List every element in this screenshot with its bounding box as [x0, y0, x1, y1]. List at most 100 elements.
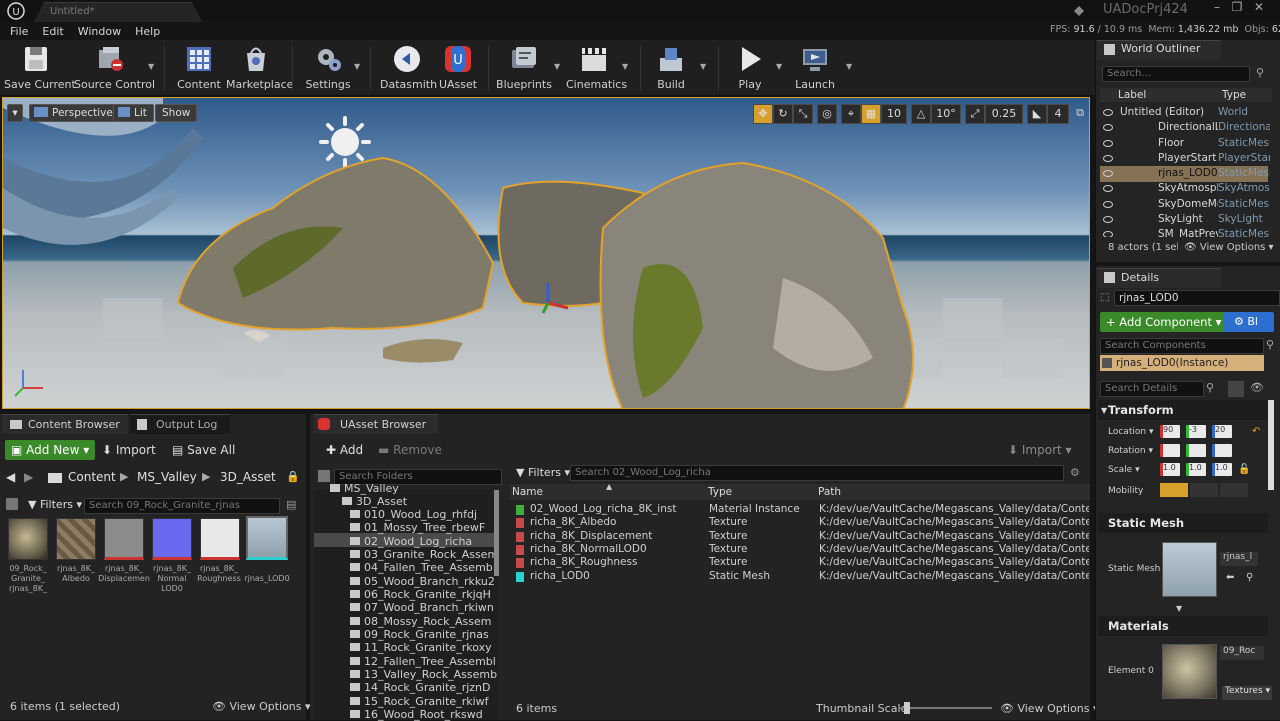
content-view-options[interactable]: 👁 View Options ▾ — [212, 700, 311, 713]
datasmith-button[interactable]: Datasmith — [380, 44, 437, 94]
menu-file[interactable]: File — [10, 25, 28, 38]
component-instance-row[interactable]: rjnas_LOD0(Instance) — [1100, 355, 1264, 371]
uasset-search-input[interactable]: Search 02_Wood_Log_richa — [570, 465, 1064, 481]
uasset-import-button[interactable]: ⬇ Import ▾ — [1008, 443, 1072, 457]
rotation-x-field[interactable] — [1160, 444, 1180, 457]
cinematics-button[interactable]: Cinematics — [566, 44, 627, 94]
rotation-z-field[interactable] — [1212, 444, 1232, 457]
outliner-row[interactable]: SkyAtmosphereSkyAtmosphere — [1100, 182, 1270, 197]
outliner-view-options[interactable]: 👁 View Options ▾ — [1184, 242, 1274, 253]
expand-icon[interactable]: ▼ — [1101, 406, 1107, 415]
menu-window[interactable]: Window — [78, 25, 121, 38]
scale-z-field[interactable]: 1.0 — [1212, 463, 1232, 476]
sources-panel-icon[interactable] — [6, 498, 18, 510]
blueprints-button[interactable]: Blueprints — [496, 44, 552, 94]
level-tab[interactable]: Untitled* — [34, 2, 202, 22]
content-button[interactable]: Content — [176, 44, 222, 94]
outliner-row[interactable]: Untitled (Editor) World — [1100, 106, 1270, 121]
camera-speed-icon[interactable]: ◣ — [1027, 104, 1047, 124]
menu-help[interactable]: Help — [135, 25, 160, 38]
save-current-button[interactable]: Save Current — [4, 44, 76, 94]
source-control-button[interactable]: Source Control — [74, 44, 155, 94]
save-all-button[interactable]: ▤ Save All — [172, 443, 235, 457]
uasset-button[interactable]: U UAsset — [438, 44, 478, 94]
save-search-icon[interactable]: ▤ — [286, 498, 296, 511]
materials-section[interactable]: Materials — [1098, 616, 1268, 636]
location-x-field[interactable]: 90 — [1160, 425, 1180, 438]
back-icon[interactable]: ◀ — [6, 470, 15, 484]
maximize-icon[interactable]: ❐ — [1228, 0, 1246, 18]
rotation-label[interactable]: Rotation ▾ — [1108, 446, 1153, 456]
asset-thumb-roughness[interactable] — [200, 518, 240, 560]
lit-button[interactable]: Lit — [113, 104, 154, 122]
file-row[interactable]: 02_Wood_Log_richa_8K_inst Material Instan… — [512, 503, 1090, 516]
surface-snap-icon[interactable]: ⌖ — [841, 104, 861, 124]
components-search-icon[interactable]: ⚲ — [1266, 338, 1274, 351]
outliner-row[interactable]: SkyDomeMeshStaticMeshActor — [1100, 198, 1270, 213]
import-button[interactable]: ⬇ Import — [102, 443, 156, 457]
unreal-logo-icon[interactable]: U — [6, 2, 26, 20]
breadcrumb-ms-valley[interactable]: MS_Valley — [137, 470, 197, 484]
folder-item[interactable]: 15_Rock_Granite_rkiwf — [350, 695, 489, 708]
location-z-field[interactable]: 20 — [1212, 425, 1232, 438]
column-path[interactable]: Path — [818, 486, 841, 498]
show-button[interactable]: Show — [155, 104, 198, 122]
outliner-row[interactable]: PlayerStartPlayerStart — [1100, 152, 1270, 167]
property-matrix-icon[interactable] — [1228, 381, 1244, 397]
folder-item[interactable]: 01_Mossy_Tree_rbewF — [350, 521, 485, 534]
file-row[interactable]: richa_8K_Displacement Texture K:/dev/ue/Va… — [512, 530, 1090, 543]
asset-thumb-normal[interactable] — [152, 518, 192, 560]
outliner-col-type[interactable]: Type — [1222, 89, 1246, 101]
details-scrollbar[interactable] — [1268, 400, 1274, 490]
folder-item[interactable]: 11_Rock_Granite_rkoxy — [350, 641, 492, 654]
play-dropdown-icon[interactable]: ▼ — [776, 62, 784, 71]
folder-item[interactable]: 04_Fallen_Tree_Assemb — [350, 561, 493, 574]
file-row[interactable]: richa_8K_Roughness Texture K:/dev/ue/Vault… — [512, 556, 1090, 569]
folder-item[interactable]: 05_Wood_Branch_rkku2 — [350, 575, 495, 588]
folder-item[interactable]: 010_Wood_Log_rhfdj — [350, 508, 477, 521]
folder-item[interactable]: 02_Wood_Log_richa — [350, 535, 472, 548]
rotation-y-field[interactable] — [1186, 444, 1206, 457]
minimize-icon[interactable]: – — [1208, 0, 1226, 18]
details-view-options-icon[interactable]: 👁 — [1250, 381, 1264, 394]
breadcrumb-3d-asset[interactable]: 3D_Asset — [220, 470, 276, 484]
rotate-tool-icon[interactable]: ↻ — [773, 104, 793, 124]
folder-item[interactable]: 3D_Asset — [342, 495, 407, 508]
details-search-icon[interactable]: ⚲ — [1206, 381, 1214, 394]
add-component-button[interactable]: + Add Component ▾ — [1100, 312, 1228, 332]
asset-thumb-albedo[interactable] — [56, 518, 96, 560]
settings-button[interactable]: Settings — [304, 44, 352, 94]
outliner-row[interactable]: SM_MatPreviewMeshStaticMeshActor — [1100, 228, 1270, 237]
blueprint-button[interactable]: ⚙ Bl — [1224, 312, 1274, 332]
translate-tool-icon[interactable]: ✥ — [753, 104, 773, 124]
outliner-row[interactable]: FloorStaticMeshActor — [1100, 137, 1270, 152]
folder-item[interactable]: 03_Granite_Rock_Assem — [350, 548, 498, 561]
column-type[interactable]: Type — [708, 486, 732, 498]
lock-icon[interactable]: 🔒 — [286, 470, 300, 483]
uasset-view-options[interactable]: 👁 View Options ▾ — [1000, 702, 1099, 715]
column-name[interactable]: Name — [512, 486, 543, 498]
static-mesh-thumbnail[interactable] — [1162, 542, 1217, 597]
filters-dropdown[interactable]: ▼ Filters ▾ — [28, 498, 82, 511]
perspective-button[interactable]: Perspective — [29, 104, 120, 122]
add-button[interactable]: ✚ Add — [326, 443, 363, 457]
static-mesh-picker[interactable]: rjnas_l — [1220, 552, 1258, 566]
remove-button[interactable]: ▬ Remove — [378, 443, 442, 457]
mobility-static-button[interactable] — [1160, 483, 1188, 497]
rotation-snap-icon[interactable]: △ — [911, 104, 931, 124]
folder-item[interactable]: MS_Valley — [330, 482, 399, 495]
folder-item[interactable]: 08_Mossy_Rock_Assem — [350, 615, 491, 628]
grid-snap-icon[interactable]: ▦ — [861, 104, 881, 124]
close-icon[interactable]: ✕ — [1250, 0, 1268, 18]
scale-snap-value[interactable]: 0.25 — [985, 104, 1023, 124]
asset-thumb-material[interactable] — [8, 518, 48, 560]
file-row[interactable]: richa_8K_NormalLOD0 Texture K:/dev/ue/Vaul… — [512, 543, 1090, 556]
level-viewport[interactable]: ▾ Perspective Lit Show ✥ ↻ ⤡ ◎ ⌖ ▦ 10 △ … — [2, 97, 1090, 409]
folder-item[interactable]: 14_Rock_Granite_rjznD — [350, 681, 490, 694]
thumbnail-scale-slider[interactable] — [898, 707, 992, 709]
static-mesh-section[interactable]: Static Mesh — [1098, 513, 1268, 533]
viewport-options-button[interactable]: ▾ — [7, 104, 23, 122]
actor-name-input[interactable]: rjnas_LOD0 — [1114, 290, 1280, 306]
folder-tree-scrollbar[interactable] — [494, 490, 499, 576]
folder-item[interactable]: 16_Wood_Root_rkswd — [350, 708, 483, 721]
